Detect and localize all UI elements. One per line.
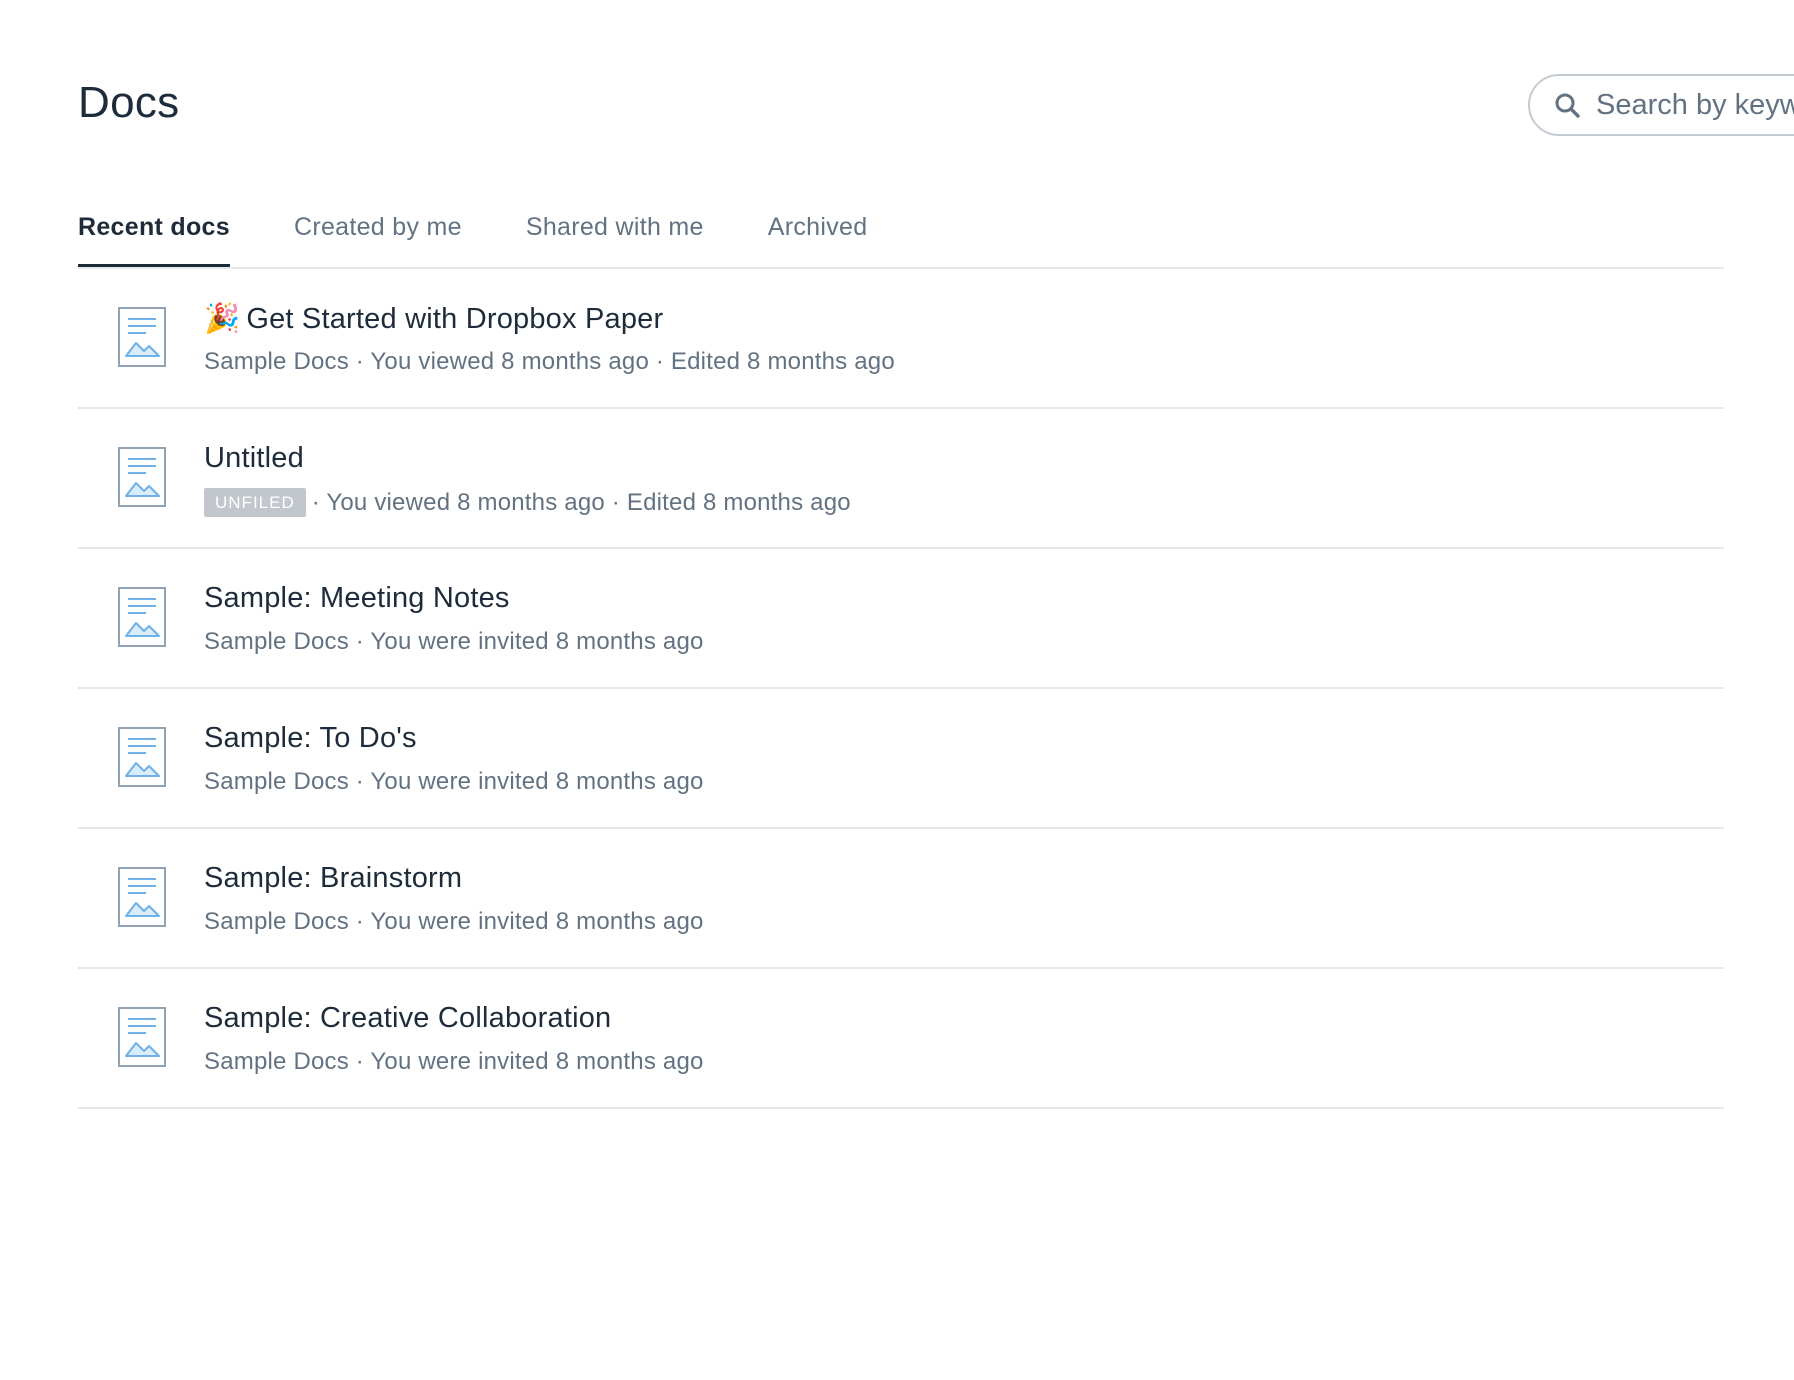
doc-row[interactable]: Sample: Meeting Notes Sample Docs · You … [78,549,1724,689]
docs-page: Docs Recent docs Created by me Shared wi… [0,0,1794,1380]
document-icon [118,867,166,927]
doc-meta: UNFILED · You viewed 8 months ago · Edit… [204,488,851,517]
doc-row[interactable]: 🎉 Get Started with Dropbox Paper Sample D… [78,269,1724,409]
doc-meta: Sample Docs · You were invited 8 months … [204,908,704,935]
tab-shared-with-me[interactable]: Shared with me [526,205,704,265]
doc-meta: Sample Docs · You were invited 8 months … [204,628,704,655]
doc-meta-text: · You viewed 8 months ago · Edited 8 mon… [311,488,851,516]
tab-recent-docs[interactable]: Recent docs [78,205,230,267]
document-icon [118,587,166,647]
page-title: Docs [78,78,180,127]
document-icon [118,727,166,787]
doc-title[interactable]: Untitled [204,442,304,475]
search-box[interactable] [1528,74,1794,136]
doc-row[interactable]: Sample: Creative Collaboration Sample Do… [78,969,1724,1109]
tab-archived[interactable]: Archived [768,205,868,265]
doc-title[interactable]: Sample: To Do's [204,722,417,755]
doc-meta: Sample Docs · You viewed 8 months ago · … [204,348,895,375]
document-icon [118,447,166,507]
doc-title[interactable]: Sample: Creative Collaboration [204,1002,611,1035]
doc-title-text: Get Started with Dropbox Paper [246,303,664,335]
party-popper-icon: 🎉 [204,303,241,335]
doc-meta: Sample Docs · You were invited 8 months … [204,1048,704,1075]
doc-title[interactable]: Sample: Meeting Notes [204,582,510,615]
tab-bar: Recent docs Created by me Shared with me… [78,205,1724,269]
doc-row[interactable]: Sample: To Do's Sample Docs · You were i… [78,689,1724,829]
doc-row[interactable]: Sample: Brainstorm Sample Docs · You wer… [78,829,1724,969]
doc-list: 🎉 Get Started with Dropbox Paper Sample D… [78,269,1724,1109]
doc-title[interactable]: 🎉 Get Started with Dropbox Paper [204,302,663,336]
search-icon [1555,93,1580,118]
document-icon [118,307,166,367]
tab-created-by-me[interactable]: Created by me [294,205,462,265]
document-icon [118,1007,166,1067]
doc-row[interactable]: Untitled UNFILED · You viewed 8 months a… [78,409,1724,549]
search-input[interactable] [1596,88,1794,122]
doc-title[interactable]: Sample: Brainstorm [204,862,462,895]
unfiled-badge: UNFILED [204,488,306,517]
doc-meta: Sample Docs · You were invited 8 months … [204,768,704,795]
